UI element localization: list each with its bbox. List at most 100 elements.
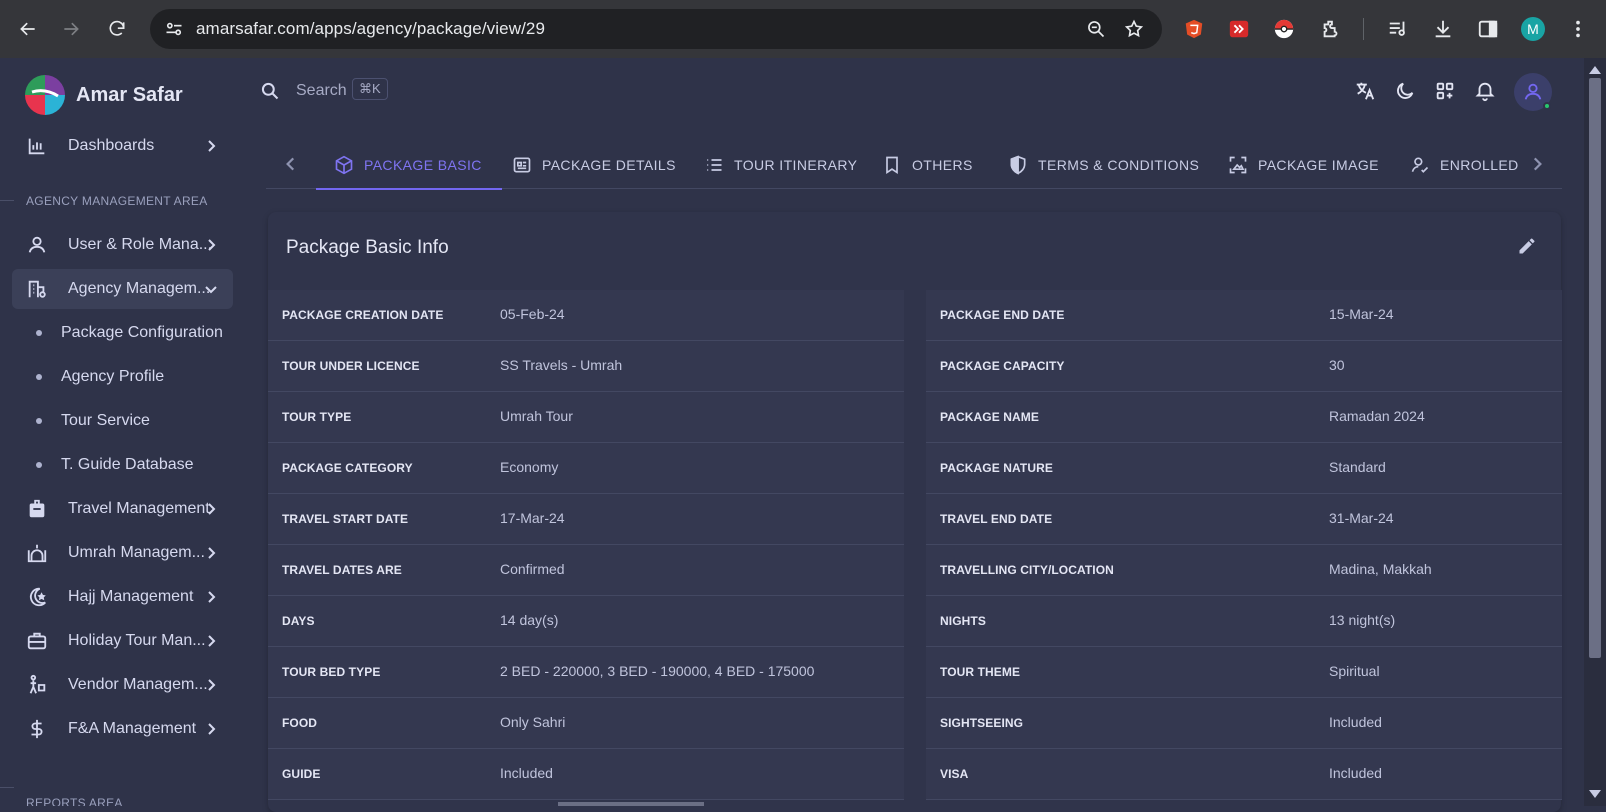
sidebar-subitem-agency-profile[interactable]: Agency Profile	[12, 357, 233, 397]
sidebar-item-label: Holiday Tour Man...	[68, 632, 206, 649]
sidebar-item-umrah-management[interactable]: Umrah Managem...	[12, 533, 233, 573]
sidebar-item-hajj-management[interactable]: Hajj Management	[12, 577, 233, 617]
sidebar-item-holiday-tour[interactable]: Holiday Tour Man...	[12, 621, 233, 661]
field-value: 05-Feb-24	[500, 306, 565, 322]
moon-icon[interactable]	[1394, 80, 1416, 102]
browser-menu-icon[interactable]	[1567, 18, 1589, 40]
horizontal-scrollbar-thumb[interactable]	[558, 802, 704, 806]
bookmark-icon	[886, 156, 898, 174]
crescent-icon	[26, 586, 48, 608]
bullet-icon	[36, 374, 42, 380]
chevron-right-icon	[208, 140, 216, 152]
field-value: Included	[1329, 765, 1382, 781]
field-value: Only Sahri	[500, 714, 566, 730]
table-row: TOUR UNDER LICENCE SS Travels - Umrah	[268, 341, 904, 392]
table-row: PACKAGE CATEGORY Economy	[268, 443, 904, 494]
address-bar[interactable]: amarsafar.com/apps/agency/package/view/2…	[150, 9, 1162, 49]
package-basic-info-card: Package Basic Info PACKAGE CREATION DATE…	[268, 212, 1562, 812]
field-label: PACKAGE CREATION DATE	[282, 308, 444, 322]
extension-2-icon[interactable]	[1228, 18, 1250, 40]
sidebar-item-travel-management[interactable]: Travel Management	[12, 489, 233, 529]
media-queue-icon[interactable]	[1387, 18, 1409, 40]
field-value: Madina, Makkah	[1329, 561, 1432, 577]
app-logo[interactable]: Amar Safar	[22, 72, 183, 118]
chevron-down-icon	[205, 286, 217, 294]
field-label: GUIDE	[282, 767, 321, 781]
tab-label: PACKAGE DETAILS	[542, 156, 676, 173]
side-panel-icon[interactable]	[1477, 18, 1499, 40]
sidebar-item-label: Hajj Management	[68, 588, 194, 605]
sidebar: Amar Safar Dashboards AGENCY MANAGEMENT …	[0, 58, 244, 806]
sidebar-subitem-label: Package Configuration	[61, 324, 223, 341]
browser-profile-avatar[interactable]: M	[1521, 17, 1545, 41]
table-row: TRAVEL DATES ARE Confirmed	[268, 545, 904, 596]
field-value: Standard	[1329, 459, 1386, 475]
sidebar-item-label: Umrah Managem...	[68, 544, 205, 561]
extension-1-icon[interactable]	[1183, 18, 1205, 40]
sidebar-item-vendor-management[interactable]: Vendor Managem...	[12, 665, 233, 705]
user-icon	[1524, 83, 1542, 100]
site-settings-icon[interactable]	[164, 19, 184, 39]
field-label: PACKAGE END DATE	[940, 308, 1065, 322]
tab-label: TERMS & CONDITIONS	[1038, 156, 1200, 173]
sidebar-subitem-guide-database[interactable]: T. Guide Database	[12, 445, 233, 485]
tab-scroll-right-icon[interactable]	[1528, 155, 1546, 173]
arrow-left-icon	[20, 22, 35, 36]
table-row: FOOD Only Sahri	[268, 698, 904, 749]
field-label: NIGHTS	[940, 614, 986, 628]
sidebar-item-fa-management[interactable]: F&A Management	[12, 709, 233, 749]
user-avatar[interactable]	[1514, 73, 1552, 111]
sidebar-item-user-role[interactable]: User & Role Mana...	[12, 225, 233, 265]
scroll-up-arrow-icon[interactable]	[1587, 64, 1603, 76]
sidebar-subitem-package-configuration[interactable]: Package Configuration	[12, 313, 233, 353]
bookmark-star-icon[interactable]	[1124, 19, 1144, 39]
url-text[interactable]: amarsafar.com/apps/agency/package/view/2…	[196, 19, 545, 39]
briefcase-icon	[26, 630, 48, 652]
field-label: TRAVEL START DATE	[282, 512, 409, 526]
bell-icon[interactable]	[1474, 80, 1496, 102]
scroll-down-arrow-icon[interactable]	[1587, 788, 1603, 800]
chevron-right-icon	[208, 239, 216, 251]
card-title: Package Basic Info	[286, 237, 449, 258]
tab-others[interactable]: OTHERS	[882, 140, 973, 189]
brand-name: Amar Safar	[76, 83, 183, 106]
user-check-icon	[1411, 157, 1429, 173]
translate-icon[interactable]	[1354, 80, 1376, 102]
reload-icon	[109, 20, 125, 36]
sidebar-item-agency-management[interactable]: Agency Managem...	[12, 269, 233, 309]
chevron-right-icon	[208, 679, 216, 691]
tab-enrolled[interactable]: ENROLLED	[1410, 140, 1519, 189]
tab-package-details[interactable]: PACKAGE DETAILS	[512, 140, 676, 189]
sidebar-item-dashboards[interactable]: Dashboards	[12, 126, 233, 166]
field-label: TRAVEL END DATE	[940, 512, 1053, 526]
tab-tour-itinerary[interactable]: TOUR ITINERARY	[704, 140, 857, 189]
amar-safar-logo-icon	[25, 75, 65, 115]
back-button[interactable]	[10, 11, 46, 47]
field-value: Ramadan 2024	[1329, 408, 1425, 424]
table-row: TRAVEL END DATE 31-Mar-24	[926, 494, 1562, 545]
chevron-right-icon	[208, 503, 216, 515]
shield-icon	[1010, 154, 1026, 175]
sidebar-item-label: Vendor Managem...	[68, 676, 208, 693]
zoom-icon[interactable]	[1086, 19, 1106, 39]
field-label: TOUR BED TYPE	[282, 665, 381, 679]
tab-terms-conditions[interactable]: TERMS & CONDITIONS	[1008, 140, 1199, 189]
tab-scroll-left-icon[interactable]	[282, 155, 300, 173]
tab-package-basic[interactable]: PACKAGE BASIC	[316, 140, 502, 190]
edit-pencil-icon[interactable]	[1517, 236, 1537, 256]
forward-button[interactable]	[53, 11, 89, 47]
bullet-icon	[36, 418, 42, 424]
search-input[interactable]: Search	[296, 82, 347, 100]
field-value: 15-Mar-24	[1329, 306, 1394, 322]
chart-icon	[26, 135, 48, 157]
sidebar-subitem-tour-service[interactable]: Tour Service	[12, 401, 233, 441]
tab-package-image[interactable]: PACKAGE IMAGE	[1228, 140, 1379, 189]
apps-grid-icon[interactable]	[1434, 80, 1456, 102]
scrollbar-thumb[interactable]	[1589, 78, 1601, 658]
pokeball-extension-icon[interactable]	[1273, 18, 1295, 40]
search-icon[interactable]	[260, 81, 280, 101]
extensions-puzzle-icon[interactable]	[1320, 18, 1342, 40]
download-icon[interactable]	[1432, 18, 1454, 40]
mosque-icon	[26, 542, 48, 564]
reload-button[interactable]	[99, 11, 135, 47]
